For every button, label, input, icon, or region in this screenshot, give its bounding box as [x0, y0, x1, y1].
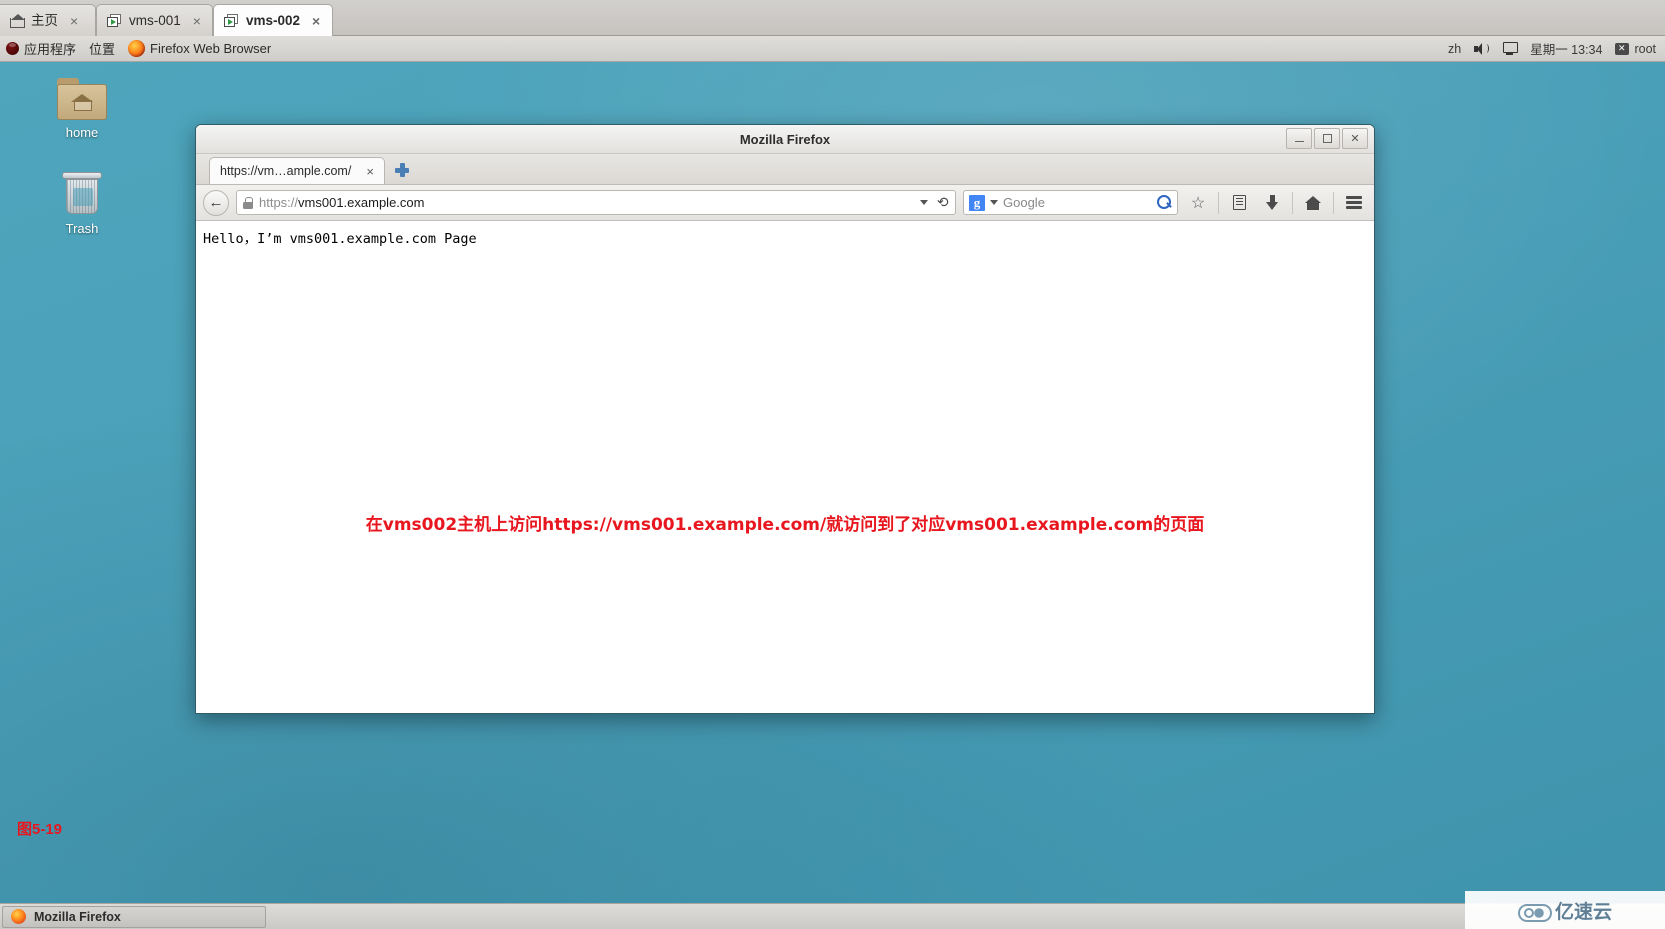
panel-window-firefox[interactable]: Firefox Web Browser	[128, 40, 271, 57]
desktop-icon-home[interactable]: home	[34, 78, 130, 140]
firefox-icon	[128, 40, 146, 57]
firefox-tab-label: https://vm…ample.com/	[220, 164, 352, 178]
downloads-icon	[1265, 194, 1279, 211]
url-scheme: https://	[259, 195, 299, 210]
menu-button[interactable]	[1341, 190, 1367, 216]
downloads-button[interactable]	[1259, 190, 1285, 216]
home-icon	[1305, 195, 1321, 210]
bookmark-star-icon: ☆	[1190, 194, 1206, 212]
library-button[interactable]	[1226, 190, 1252, 216]
search-icon[interactable]	[1157, 195, 1172, 210]
back-button[interactable]: ←	[203, 189, 229, 216]
close-button[interactable]: ✕	[1342, 128, 1368, 149]
window-title: Mozilla Firefox	[739, 131, 831, 147]
lock-icon	[243, 197, 253, 209]
chevron-down-icon[interactable]	[920, 200, 929, 205]
host-tab-label: vms-001	[129, 12, 181, 28]
desktop-panel: 应用程序 位置 Firefox Web Browser zh 星期一 13:34…	[0, 36, 1665, 62]
library-icon	[1232, 195, 1246, 210]
toolbar-divider	[1218, 191, 1219, 214]
host-tab-label: vms-002	[246, 12, 301, 28]
close-icon[interactable]: ×	[193, 14, 201, 28]
url-host: vms001.example.com	[298, 195, 425, 210]
taskbar-window-label: Mozilla Firefox	[34, 909, 121, 924]
window-titlebar[interactable]: Mozilla Firefox ✕	[196, 125, 1374, 154]
host-tab-label: 主页	[31, 12, 58, 28]
cloud-icon	[1517, 902, 1552, 922]
user-menu[interactable]: root	[1615, 42, 1656, 56]
trash-icon	[62, 172, 102, 216]
maximize-button[interactable]	[1314, 128, 1340, 149]
bookmark-star-button[interactable]: ☆	[1185, 190, 1211, 216]
firefox-tab-strip: https://vm…ample.com/ ×	[196, 154, 1374, 185]
new-tab-button[interactable]	[394, 162, 410, 178]
google-logo-icon: g	[969, 194, 985, 211]
menu-places-label: 位置	[89, 42, 116, 57]
menu-applications[interactable]: 应用程序	[6, 39, 76, 58]
home-button[interactable]	[1300, 190, 1326, 216]
host-tab-vms-001[interactable]: vms-001 ×	[96, 4, 213, 36]
search-input[interactable]: g Google	[963, 190, 1178, 215]
clock[interactable]: 星期一 13:34	[1530, 39, 1602, 58]
search-placeholder: Google	[1003, 195, 1045, 210]
window-list-taskbar: Mozilla Firefox	[0, 903, 1665, 929]
desktop-icon-label: Trash	[65, 221, 99, 236]
figure-caption: 图5-19	[17, 821, 63, 838]
minimize-button[interactable]	[1286, 128, 1312, 149]
annotation-text: 在vms002主机上访问https://vms001.example.com/就…	[365, 515, 1205, 535]
firefox-window: Mozilla Firefox ✕ https://vm…ample.com/ …	[195, 124, 1375, 714]
page-body-text: Hello，I’m vms001.example.com Page	[203, 231, 477, 247]
desktop-icon-trash[interactable]: Trash	[34, 172, 130, 236]
user-icon	[1615, 42, 1630, 55]
page-content: Hello，I’m vms001.example.com Page 在vms00…	[196, 221, 1374, 713]
display-icon[interactable]	[1502, 42, 1519, 55]
menu-places[interactable]: 位置	[89, 39, 115, 58]
host-tab-home[interactable]: 主页 ×	[0, 4, 96, 36]
panel-window-label: Firefox Web Browser	[150, 41, 272, 56]
close-icon[interactable]: ×	[312, 14, 320, 28]
watermark-text: 亿速云	[1554, 901, 1612, 923]
url-input[interactable]: https://vms001.example.com ⟳	[236, 190, 956, 215]
reload-icon[interactable]: ⟳	[937, 194, 949, 211]
distro-logo-icon	[6, 42, 19, 55]
host-tab-vms-002[interactable]: vms-002 ×	[213, 4, 333, 36]
firefox-tab[interactable]: https://vm…ample.com/ ×	[209, 157, 385, 184]
keyboard-layout-indicator[interactable]: zh	[1448, 42, 1461, 56]
host-tab-strip: 主页 × vms-001 × vms-002 ×	[0, 0, 1665, 36]
taskbar-window-firefox[interactable]: Mozilla Firefox	[2, 905, 266, 928]
chevron-down-icon[interactable]	[990, 200, 998, 205]
toolbar-divider	[1292, 191, 1293, 214]
firefox-navigation-toolbar: ← https://vms001.example.com ⟳ g Google …	[196, 185, 1374, 221]
close-icon[interactable]: ×	[366, 164, 374, 179]
toolbar-divider	[1333, 191, 1334, 214]
volume-icon[interactable]	[1474, 42, 1490, 55]
vm-console-icon	[107, 13, 123, 28]
user-name: root	[1634, 41, 1656, 56]
firefox-icon	[11, 909, 26, 924]
close-icon[interactable]: ×	[70, 14, 78, 28]
watermark: 亿速云	[1465, 891, 1665, 929]
vm-console-icon	[224, 13, 240, 28]
home-icon	[10, 13, 25, 28]
folder-home-icon	[57, 78, 107, 120]
window-controls: ✕	[1286, 128, 1368, 149]
close-icon: ✕	[1350, 133, 1360, 145]
desktop-icon-label: home	[65, 125, 99, 140]
menu-applications-label: 应用程序	[24, 42, 77, 57]
menu-icon	[1346, 196, 1362, 209]
